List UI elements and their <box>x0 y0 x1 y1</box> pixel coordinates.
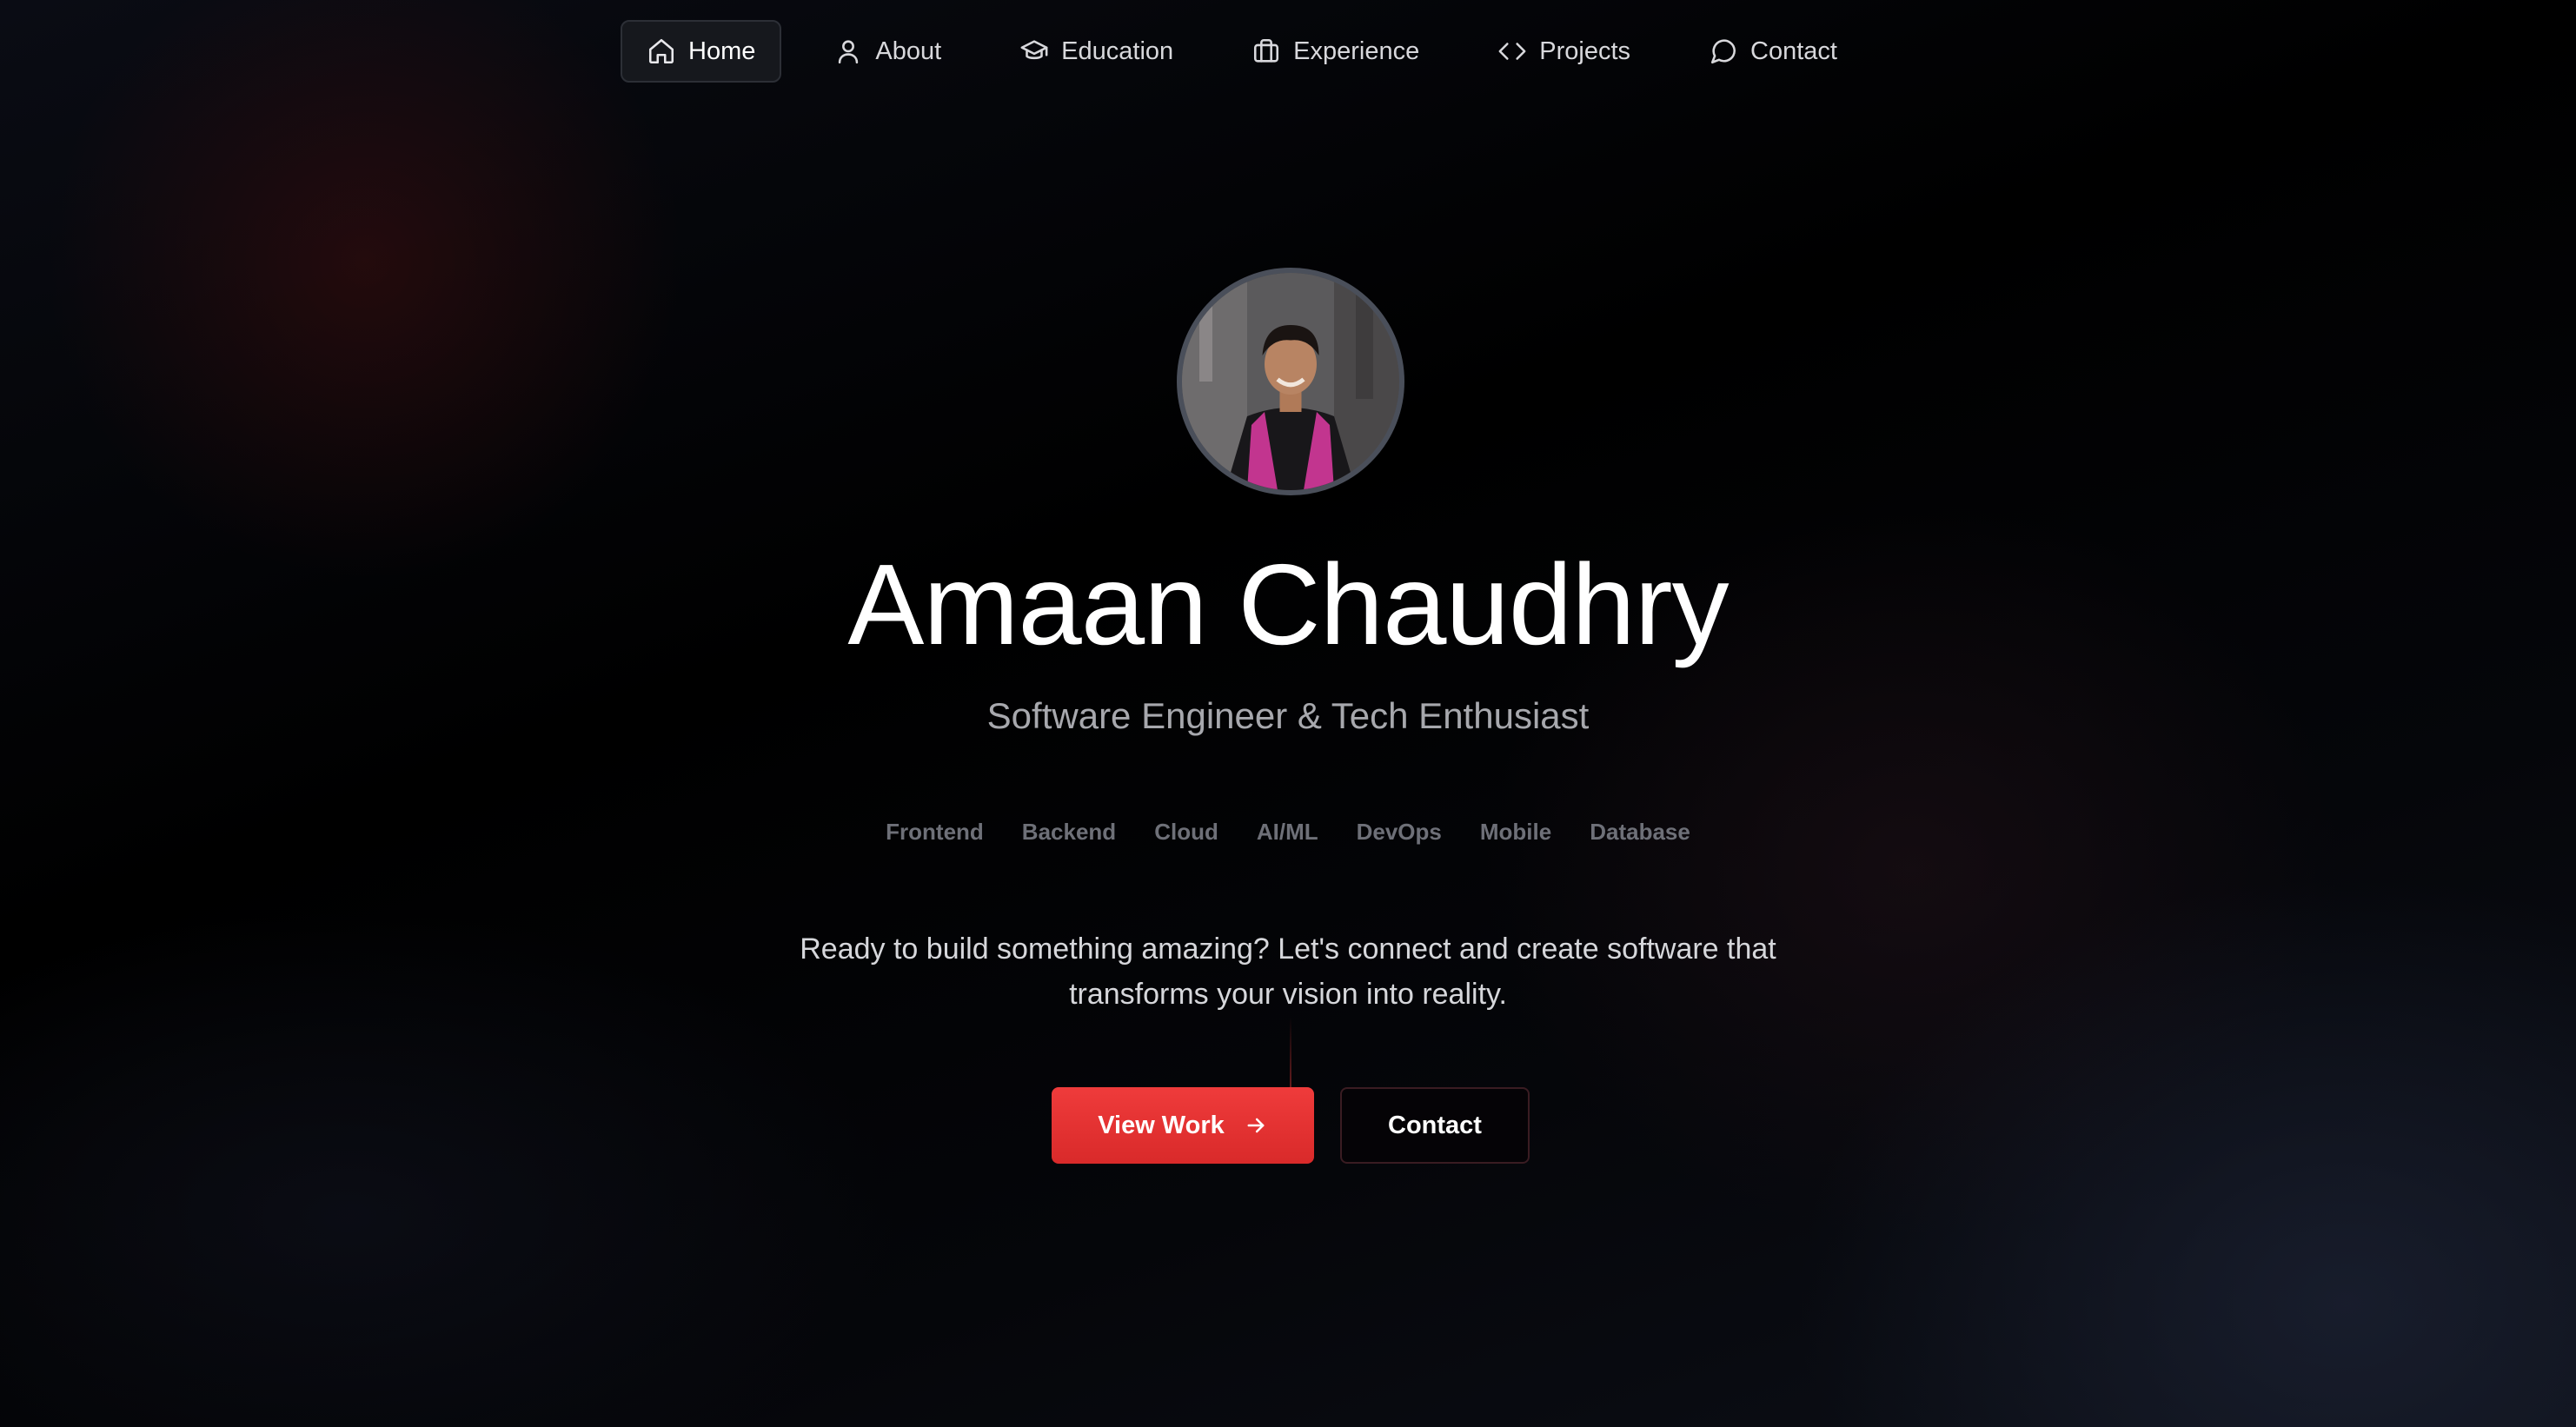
skill-tag: AI/ML <box>1256 819 1318 845</box>
nav-item-label: Contact <box>1750 37 1837 65</box>
skill-tag: Database <box>1590 819 1690 845</box>
skill-tags: Frontend Backend Cloud AI/ML DevOps Mobi… <box>0 819 2576 846</box>
contact-button[interactable]: Contact <box>1340 1087 1530 1164</box>
nav-item-education[interactable]: Education <box>993 20 1199 83</box>
contact-label: Contact <box>1388 1111 1482 1139</box>
nav-item-about[interactable]: About <box>807 20 967 83</box>
view-work-button[interactable]: View Work <box>1052 1087 1314 1164</box>
hero-subtitle: Software Engineer & Tech Enthusiast <box>986 695 1590 736</box>
briefcase-icon <box>1251 37 1281 66</box>
avatar <box>1177 268 1404 495</box>
code-icon <box>1497 37 1527 66</box>
nav-item-label: Projects <box>1539 37 1631 65</box>
skill-tag: Cloud <box>1154 819 1218 845</box>
hero-description: Ready to build something amazing? Let's … <box>800 933 1776 1011</box>
graduation-cap-icon <box>1019 37 1049 66</box>
arrow-right-icon <box>1244 1113 1268 1138</box>
nav-item-label: About <box>875 37 942 65</box>
nav-item-label: Home <box>688 37 756 65</box>
nav-item-label: Education <box>1061 37 1174 65</box>
skill-tag: Mobile <box>1479 819 1552 845</box>
top-nav: Home About Education Experience Projects… <box>621 19 1889 83</box>
nav-item-experience[interactable]: Experience <box>1225 20 1445 83</box>
message-circle-icon <box>1709 37 1738 66</box>
nav-item-contact[interactable]: Contact <box>1683 20 1863 83</box>
nav-item-home[interactable]: Home <box>621 20 782 83</box>
view-work-label: View Work <box>1098 1111 1225 1139</box>
home-icon <box>647 37 676 66</box>
user-icon <box>833 37 863 66</box>
skill-tag: Backend <box>1021 819 1117 845</box>
nav-item-label: Experience <box>1293 37 1420 65</box>
skill-tag: DevOps <box>1356 819 1442 845</box>
hero-name: Amaan Chaudhry <box>847 541 1729 668</box>
skill-tag: Frontend <box>886 819 984 845</box>
nav-item-projects[interactable]: Projects <box>1471 20 1656 83</box>
